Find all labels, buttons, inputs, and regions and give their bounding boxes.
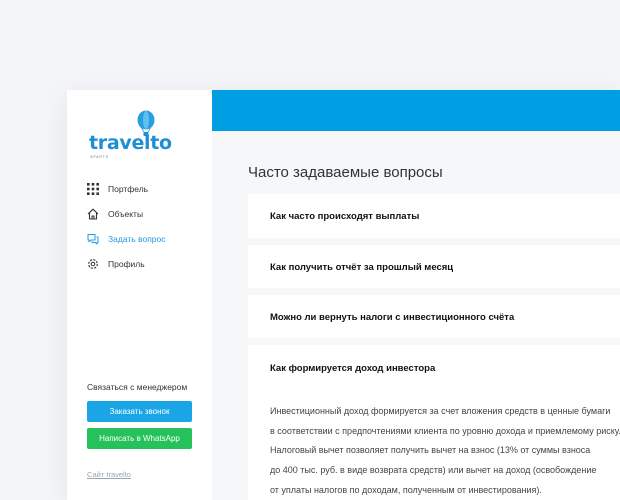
sidebar-item-label: Задать вопрос — [108, 233, 166, 244]
whatsapp-button[interactable]: Написать в WhatsApp — [87, 428, 192, 449]
logo-wordmark: travelto — [89, 132, 172, 154]
sidebar-item-label: Портфель — [108, 183, 149, 194]
sidebar-item-label: Объекты — [108, 208, 144, 219]
faq-question: Как формируется доход инвестора — [270, 363, 436, 374]
faq-answer-line: до 400 тыс. руб. в виде возврата средств… — [270, 465, 597, 476]
home-icon — [87, 208, 99, 220]
request-call-button[interactable]: Заказать звонок — [87, 401, 192, 422]
sidebar-nav: Портфель Объекты Задать вопрос Профиль — [87, 176, 166, 276]
site-link[interactable]: Сайт travelto — [87, 470, 131, 479]
faq-question: Как часто происходят выплаты — [270, 211, 420, 222]
faq-item[interactable]: Как получить отчёт за прошлый месяц — [248, 245, 620, 288]
main-content: Часто задаваемые вопросы Как часто проис… — [212, 90, 620, 500]
faq-item[interactable]: Как часто происходят выплаты — [248, 194, 620, 238]
chat-icon — [87, 233, 99, 244]
logo-subtitle: APARTS — [90, 154, 109, 159]
faq-question: Можно ли вернуть налоги с инвестиционног… — [270, 312, 515, 323]
page-title: Часто задаваемые вопросы — [248, 164, 443, 182]
contact-manager-label: Связаться с менеджером — [87, 382, 188, 392]
faq-question: Как получить отчёт за прошлый месяц — [270, 262, 454, 273]
sidebar-item-profile[interactable]: Профиль — [87, 251, 166, 276]
faq-answer: Инвестиционный доход формируется за счет… — [270, 402, 620, 500]
gear-icon — [88, 258, 98, 269]
faq-answer-line: Налоговый вычет позволяет получить вычет… — [270, 445, 591, 456]
sidebar: travelto APARTS Портфель Объекты Задать … — [67, 90, 212, 500]
faq-answer-line: в соответствии с предпочтениями клиента … — [270, 425, 620, 436]
logo[interactable]: travelto APARTS — [89, 110, 189, 160]
grid-icon — [87, 182, 99, 195]
app-window: travelto APARTS Портфель Объекты Задать … — [67, 90, 620, 500]
faq-item[interactable]: Можно ли вернуть налоги с инвестиционног… — [248, 295, 620, 338]
faq-item-expanded[interactable]: Как формируется доход инвестора Инвестиц… — [248, 345, 620, 500]
sidebar-item-label: Профиль — [108, 258, 145, 269]
sidebar-item-portfolio[interactable]: Портфель — [87, 176, 166, 201]
sidebar-item-objects[interactable]: Объекты — [87, 201, 166, 226]
top-bar — [212, 90, 620, 131]
sidebar-item-ask-question[interactable]: Задать вопрос — [87, 226, 166, 251]
faq-answer-line: Инвестиционный доход формируется за счет… — [270, 406, 611, 416]
faq-answer-line: от уплаты налогов по доходам, полученным… — [270, 484, 542, 495]
